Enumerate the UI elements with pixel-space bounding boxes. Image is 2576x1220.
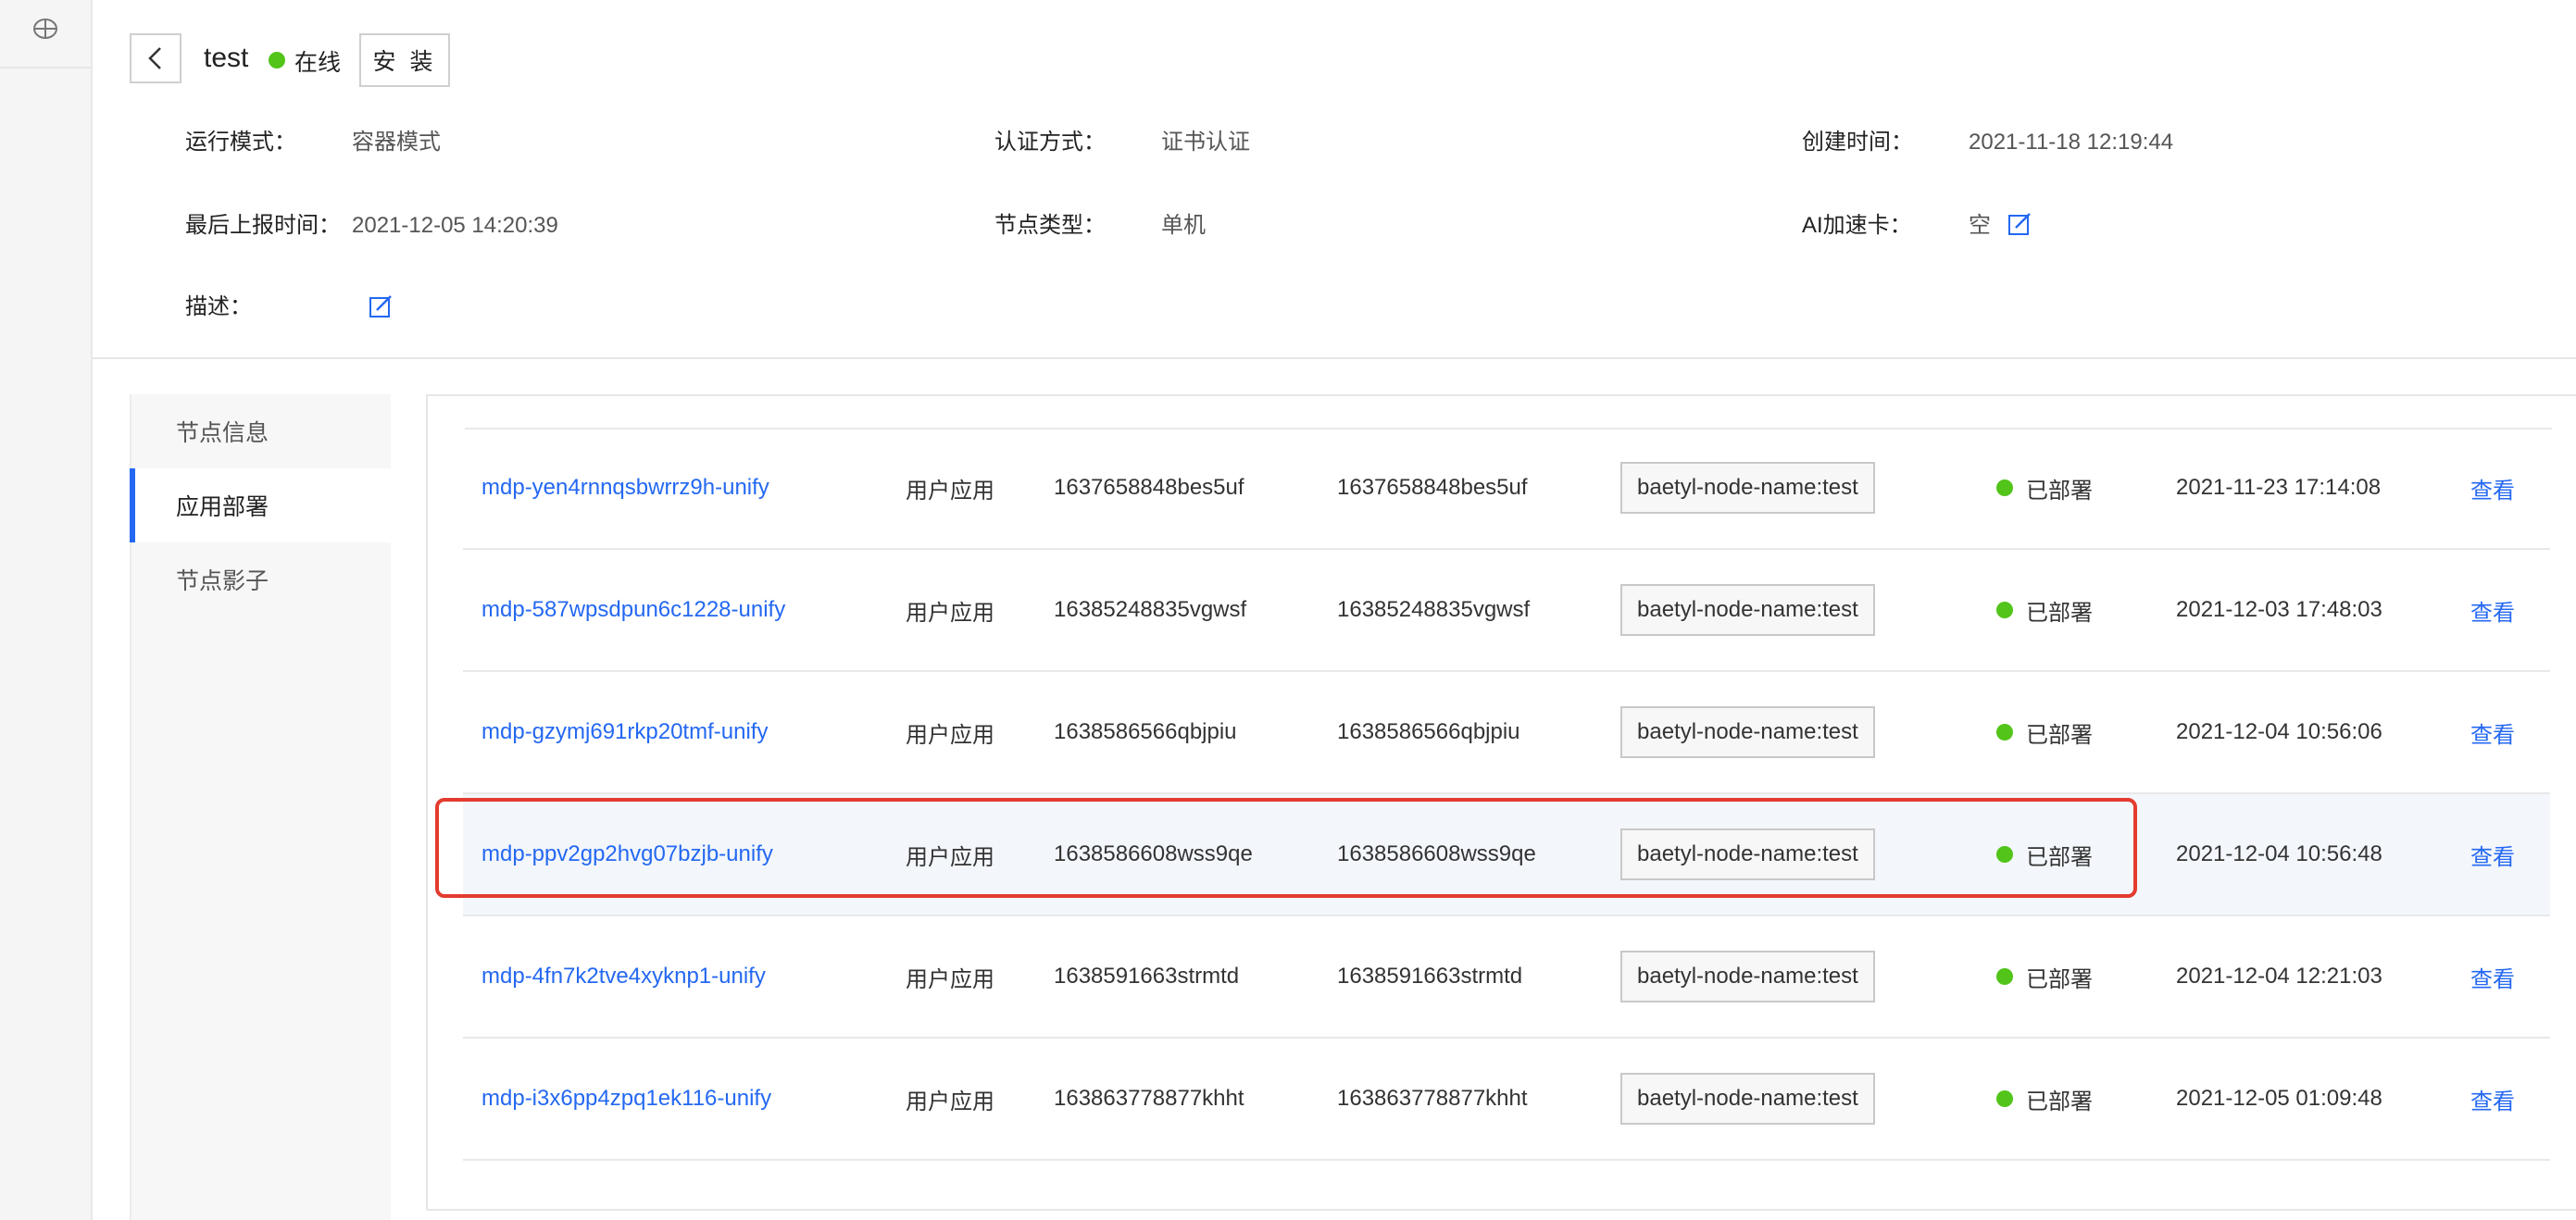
last-report-label: 最后上报时间： [185,213,341,238]
status-text: 已部署 [2026,722,2093,748]
tab-app-deploy[interactable]: 应用部署 [130,468,391,542]
app-type: 用户应用 [906,600,994,626]
table-row: mdp-4fn7k2tve4xyknp1-unify 用户应用 1638591663… [463,916,2550,1039]
app-type: 用户应用 [906,1089,994,1114]
app-id: 1638591663strmtd [1054,964,1240,989]
deploy-status: 已部署 [1996,916,2093,1037]
table-rows: mdp-yen4rnnqsbwrrz9h-unify 用户应用 1637658848… [426,428,2550,1161]
version-id: 1638591663strmtd [1337,964,1523,989]
app-name-link[interactable]: mdp-i3x6pp4zpq1ek116-unify [481,1039,771,1159]
tag-box: baetyl-node-name:test [1620,951,1875,1002]
deploy-status: 已部署 [1996,1039,2093,1159]
status-dot [1996,724,2013,741]
status-text: 已部署 [2026,1089,2093,1114]
update-time: 2021-11-23 17:14:08 [2176,475,2382,500]
node-tag: baetyl-node-name:test [1620,672,1875,792]
app-name-link[interactable]: mdp-587wpsdpun6c1228-unify [481,550,785,670]
status-dot [1996,968,2013,985]
ai-card-value: 空 [1969,213,1991,238]
highlight-frame [435,798,2137,898]
edit-icon[interactable] [369,294,393,318]
node-header: test 在线 安 装 运行模式： 容器模式 认证方式： 证书认证 创建时间： … [93,0,2576,359]
tab-node-shadow[interactable]: 节点影子 [131,542,391,616]
view-link[interactable]: 查看 [2470,1039,2515,1159]
version-id: 163863778877khht [1337,1086,1528,1111]
detail-tabs: 节点信息 应用部署 节点影子 [130,394,391,1220]
node-name: test [204,43,249,73]
view-link[interactable]: 查看 [2470,794,2515,915]
status-dot [1996,1090,2013,1107]
app-type: 用户应用 [906,722,994,748]
app-id: 163863778877khht [1054,1086,1244,1111]
table-row: mdp-gzymj691rkp20tmf-unify 用户应用 1638586566… [463,672,2550,794]
edit-icon[interactable] [2007,212,2032,236]
update-time: 2021-12-04 12:21:03 [2176,964,2382,989]
online-status-dot [269,52,285,68]
status-text: 已部署 [2026,600,2093,626]
created-time-label: 创建时间： [1802,130,1913,155]
node-tag: baetyl-node-name:test [1620,916,1875,1037]
auth-method-label: 认证方式： [994,130,1106,155]
status-dot [1996,479,2013,496]
tab-label: 节点信息 [176,420,269,446]
globe-icon[interactable] [31,15,59,43]
app-name-link[interactable]: mdp-4fn7k2tve4xyknp1-unify [481,916,766,1037]
view-link[interactable]: 查看 [2470,550,2515,670]
left-rail [0,0,93,1220]
update-time: 2021-12-03 17:48:03 [2176,597,2382,622]
node-tag: baetyl-node-name:test [1620,550,1875,670]
deploy-status: 已部署 [1996,672,2093,792]
update-time: 2021-12-04 10:56:06 [2176,719,2382,744]
tag-box: baetyl-node-name:test [1620,584,1875,636]
tag-box: baetyl-node-name:test [1620,1073,1875,1125]
tag-box: baetyl-node-name:test [1620,462,1875,514]
app-id: 16385248835vgwsf [1054,597,1247,622]
version-id: 16385248835vgwsf [1337,597,1531,622]
table-row: mdp-587wpsdpun6c1228-unify 用户应用 1638524883… [463,550,2550,672]
view-link[interactable]: 查看 [2470,916,2515,1037]
app-id: 1638586566qbjpiu [1054,719,1237,744]
table-row: mdp-yen4rnnqsbwrrz9h-unify 用户应用 1637658848… [463,428,2550,550]
node-tag: baetyl-node-name:test [1620,1039,1875,1159]
update-time: 2021-12-04 10:56:48 [2176,841,2382,866]
back-button[interactable] [130,33,181,83]
tab-node-info[interactable]: 节点信息 [131,394,391,468]
chevron-left-icon [148,47,161,69]
version-id: 1637658848bes5uf [1337,475,1528,500]
table-row: mdp-i3x6pp4zpq1ek116-unify 用户应用 1638637788… [463,1039,2550,1161]
node-type-value: 单机 [1161,213,1206,238]
version-id: 1638586566qbjpiu [1337,719,1520,744]
last-report-value: 2021-12-05 14:20:39 [352,213,558,238]
app-type: 用户应用 [906,966,994,992]
rail-divider [0,67,91,68]
run-mode-label: 运行模式： [185,130,296,155]
tag-box: baetyl-node-name:test [1620,706,1875,758]
status-text: 已部署 [2026,478,2093,504]
status-dot [1996,602,2013,618]
created-time-value: 2021-11-18 12:19:44 [1969,130,2174,155]
status-text: 已部署 [2026,966,2093,992]
app-type: 用户应用 [906,478,994,504]
ai-card-label: AI加速卡： [1802,213,1912,238]
description-label: 描述： [185,294,252,319]
view-link[interactable]: 查看 [2470,428,2515,548]
deploy-status: 已部署 [1996,550,2093,670]
run-mode-value: 容器模式 [352,130,441,155]
tab-label: 节点影子 [176,568,269,594]
app-name-link[interactable]: mdp-gzymj691rkp20tmf-unify [481,672,768,792]
node-tag: baetyl-node-name:test [1620,428,1875,548]
install-button[interactable]: 安 装 [359,33,450,87]
online-status-text: 在线 [294,50,342,76]
auth-method-value: 证书认证 [1161,130,1250,155]
node-type-label: 节点类型： [994,213,1106,238]
deploy-status: 已部署 [1996,428,2093,548]
app-name-link[interactable]: mdp-yen4rnnqsbwrrz9h-unify [481,428,769,548]
app-id: 1637658848bes5uf [1054,475,1244,500]
update-time: 2021-12-05 01:09:48 [2176,1086,2382,1111]
tab-label: 应用部署 [176,494,269,520]
view-link[interactable]: 查看 [2470,672,2515,792]
